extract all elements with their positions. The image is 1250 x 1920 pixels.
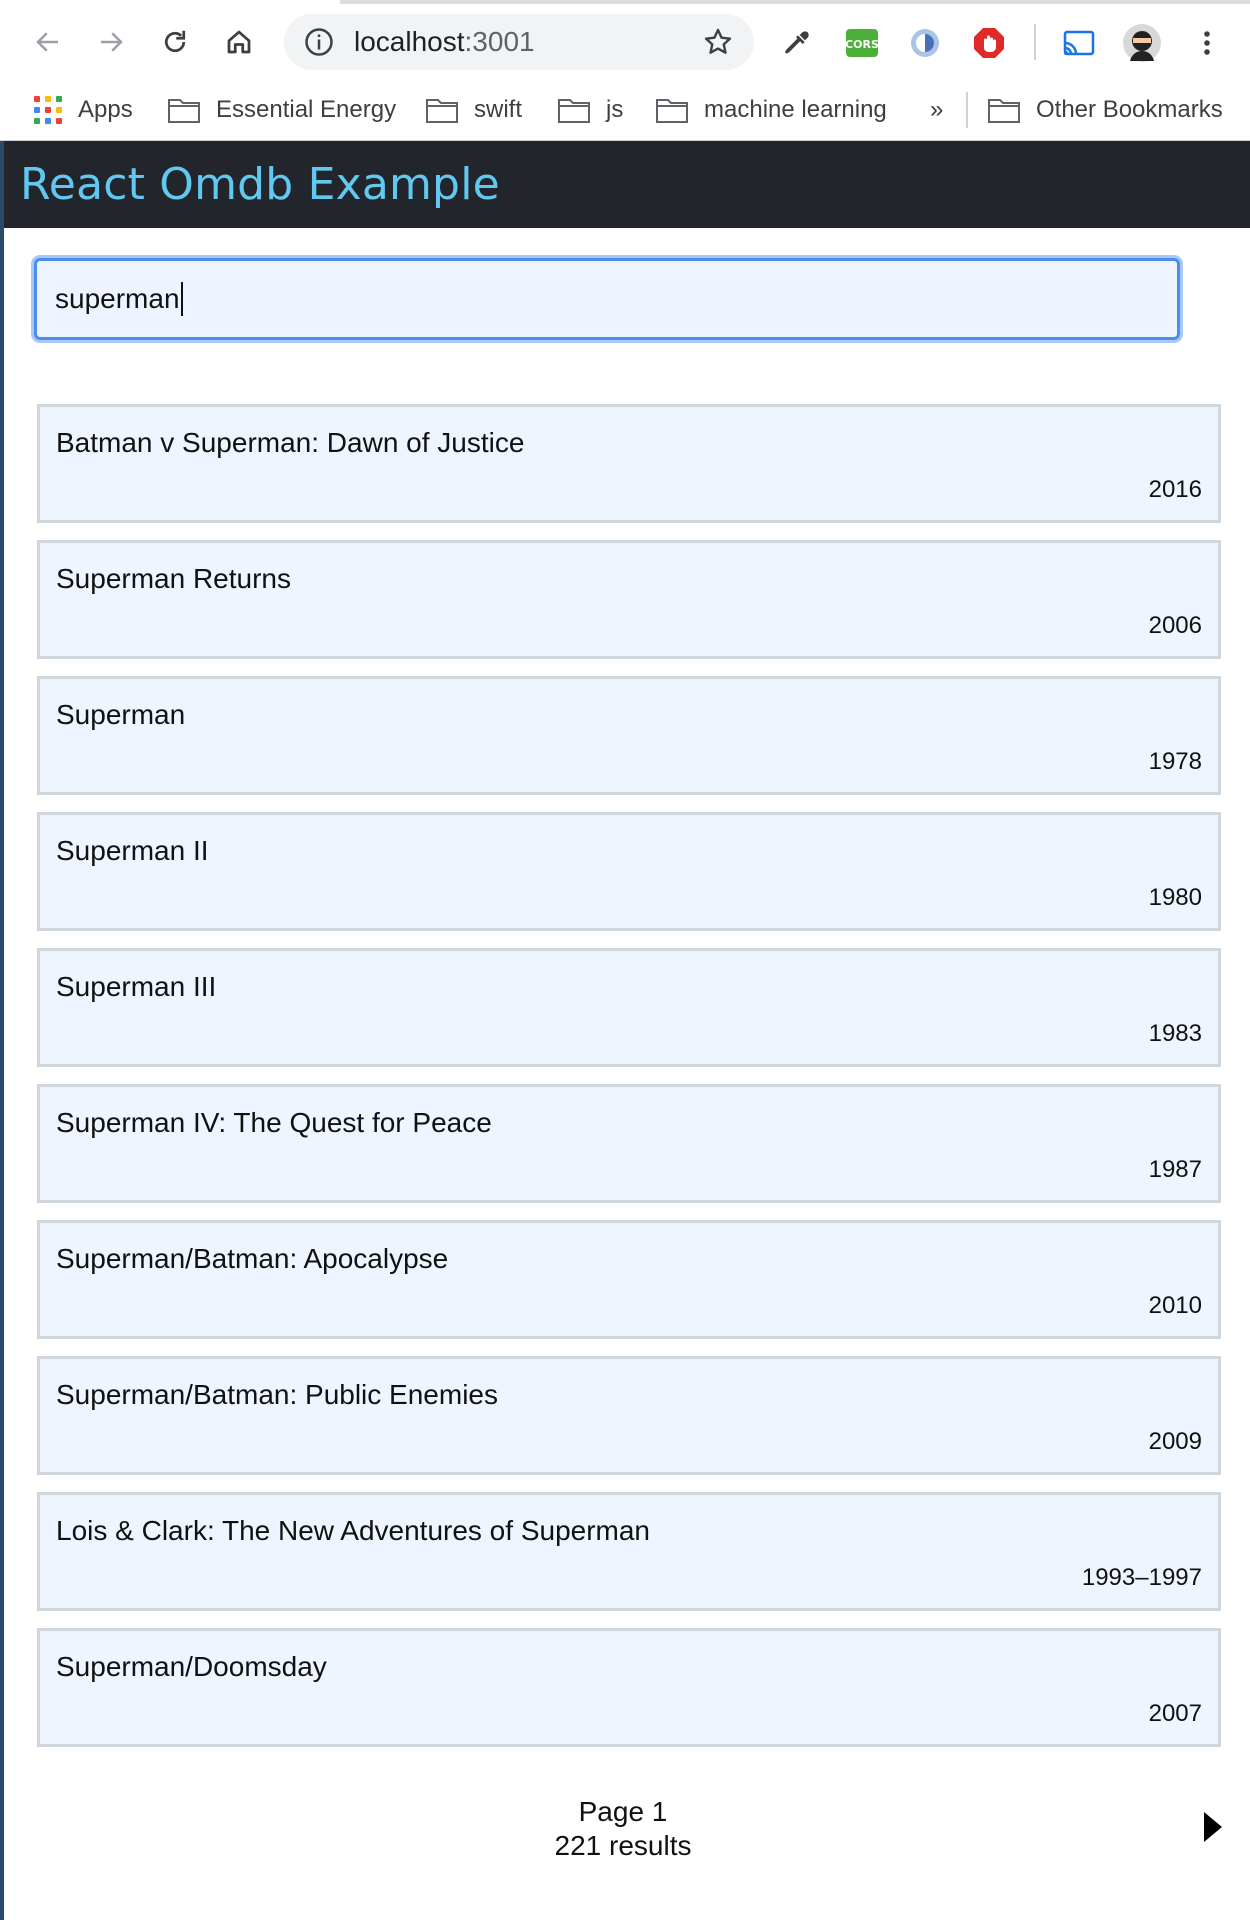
bookmark-label: Apps [78, 96, 133, 123]
bookmarks-overflow-button[interactable]: » [930, 88, 943, 132]
result-title: Superman IV: The Quest for Peace [56, 1107, 492, 1138]
result-year: 2009 [1148, 1428, 1202, 1455]
eyedropper-extension-icon[interactable] [780, 26, 814, 60]
result-title: Lois & Clark: The New Adventures of Supe… [56, 1515, 651, 1546]
browser-toolbar: localhost:3001 CORS [0, 4, 1250, 80]
app-page: React Omdb Example superman Batman v Sup… [4, 141, 1250, 1920]
result-year: 1987 [1148, 1156, 1202, 1183]
home-button[interactable] [215, 18, 263, 66]
result-card[interactable]: Superman II 1980 [37, 812, 1221, 931]
result-card[interactable]: Lois & Clark: The New Adventures of Supe… [37, 1492, 1221, 1611]
profile-avatar[interactable] [1122, 23, 1162, 63]
result-year: 2006 [1148, 612, 1202, 639]
bookmark-star-icon[interactable] [702, 26, 734, 58]
bookmarks-separator [966, 92, 968, 128]
result-year: 2007 [1148, 1700, 1202, 1727]
result-title: Superman/Batman: Public Enemies [56, 1379, 498, 1410]
folder-icon [168, 99, 200, 123]
apps-grid-icon [34, 96, 62, 124]
folder-icon [426, 99, 458, 123]
result-card[interactable]: Superman IV: The Quest for Peace 1987 [37, 1084, 1221, 1203]
bookmark-label: machine learning [704, 96, 887, 123]
result-year: 1980 [1148, 884, 1202, 911]
result-title: Superman Returns [56, 563, 292, 594]
result-title: Batman v Superman: Dawn of Justice [56, 427, 525, 458]
result-year: 1978 [1148, 748, 1202, 775]
bookmarks-bar: Apps Essential Energy swift js machine l… [0, 80, 1250, 140]
reload-button[interactable] [151, 18, 199, 66]
bookmark-swift[interactable]: swift [426, 88, 522, 132]
pagination: Page 1 221 results [4, 1796, 1250, 1876]
result-title: Superman II [56, 835, 209, 866]
result-card[interactable]: Superman Returns 2006 [37, 540, 1221, 659]
page-label: Page 1 [578, 1796, 668, 1827]
privacy-extension-icon[interactable] [908, 26, 942, 60]
url-text: localhost:3001 [354, 26, 535, 58]
bookmark-js[interactable]: js [558, 88, 623, 132]
result-title: Superman III [56, 971, 217, 1002]
result-card[interactable]: Superman/Doomsday 2007 [37, 1628, 1221, 1747]
cast-icon[interactable] [1062, 26, 1096, 60]
bookmark-label: Essential Energy [216, 96, 397, 123]
site-info-icon[interactable] [304, 27, 334, 57]
toolbar-separator [1034, 24, 1036, 60]
address-bar[interactable]: localhost:3001 [284, 14, 754, 70]
forward-button[interactable] [87, 18, 135, 66]
bookmark-label: swift [474, 96, 522, 123]
app-header: React Omdb Example [4, 141, 1250, 228]
result-title: Superman/Doomsday [56, 1651, 327, 1682]
arrow-left-icon [36, 32, 58, 52]
text-caret [180, 282, 183, 316]
adblock-extension-icon[interactable] [972, 26, 1006, 60]
result-year: 2010 [1148, 1292, 1202, 1319]
folder-icon [656, 99, 688, 123]
back-button[interactable] [24, 18, 72, 66]
folder-icon [988, 99, 1020, 123]
results-count: 221 results [554, 1830, 692, 1861]
bookmark-label: Other Bookmarks [1036, 96, 1223, 123]
app-title: React Omdb Example [20, 159, 500, 210]
result-card[interactable]: Superman/Batman: Public Enemies 2009 [37, 1356, 1221, 1475]
result-title: Superman [56, 699, 186, 730]
bookmark-essential-energy[interactable]: Essential Energy [168, 88, 396, 132]
result-card[interactable]: Superman III 1983 [37, 948, 1221, 1067]
result-year: 2016 [1148, 476, 1202, 503]
bookmark-label: js [606, 96, 624, 123]
url-port: :3001 [464, 26, 535, 57]
home-icon [227, 30, 251, 54]
folder-icon [558, 99, 590, 123]
result-card[interactable]: Superman 1978 [37, 676, 1221, 795]
result-card[interactable]: Batman v Superman: Dawn of Justice 2016 [37, 404, 1221, 523]
bookmark-machine-learning[interactable]: machine learning [656, 88, 887, 132]
next-page-icon[interactable] [1200, 1810, 1226, 1844]
result-year: 1993–1997 [1081, 1564, 1202, 1591]
cors-extension-icon[interactable]: CORS [845, 26, 879, 60]
results-list: Batman v Superman: Dawn of Justice 2016 Su… [37, 404, 1221, 1764]
url-host: localhost [354, 26, 465, 57]
search-input-value: superman [55, 283, 180, 314]
bookmark-other-bookmarks[interactable]: Other Bookmarks [988, 88, 1223, 132]
result-year: 1983 [1148, 1020, 1202, 1047]
cors-label: CORS [845, 38, 879, 51]
bookmark-apps[interactable]: Apps [34, 88, 133, 132]
search-input[interactable]: superman [34, 258, 1180, 340]
result-title: Superman/Batman: Apocalypse [56, 1243, 449, 1274]
kebab-menu-icon[interactable] [1190, 26, 1224, 60]
chevron-double-right-icon: » [930, 96, 944, 123]
reload-icon [164, 30, 186, 53]
arrow-right-icon [101, 32, 123, 52]
browser-chrome: localhost:3001 CORS Apps Essential Energ… [0, 0, 1250, 141]
result-card[interactable]: Superman/Batman: Apocalypse 2010 [37, 1220, 1221, 1339]
